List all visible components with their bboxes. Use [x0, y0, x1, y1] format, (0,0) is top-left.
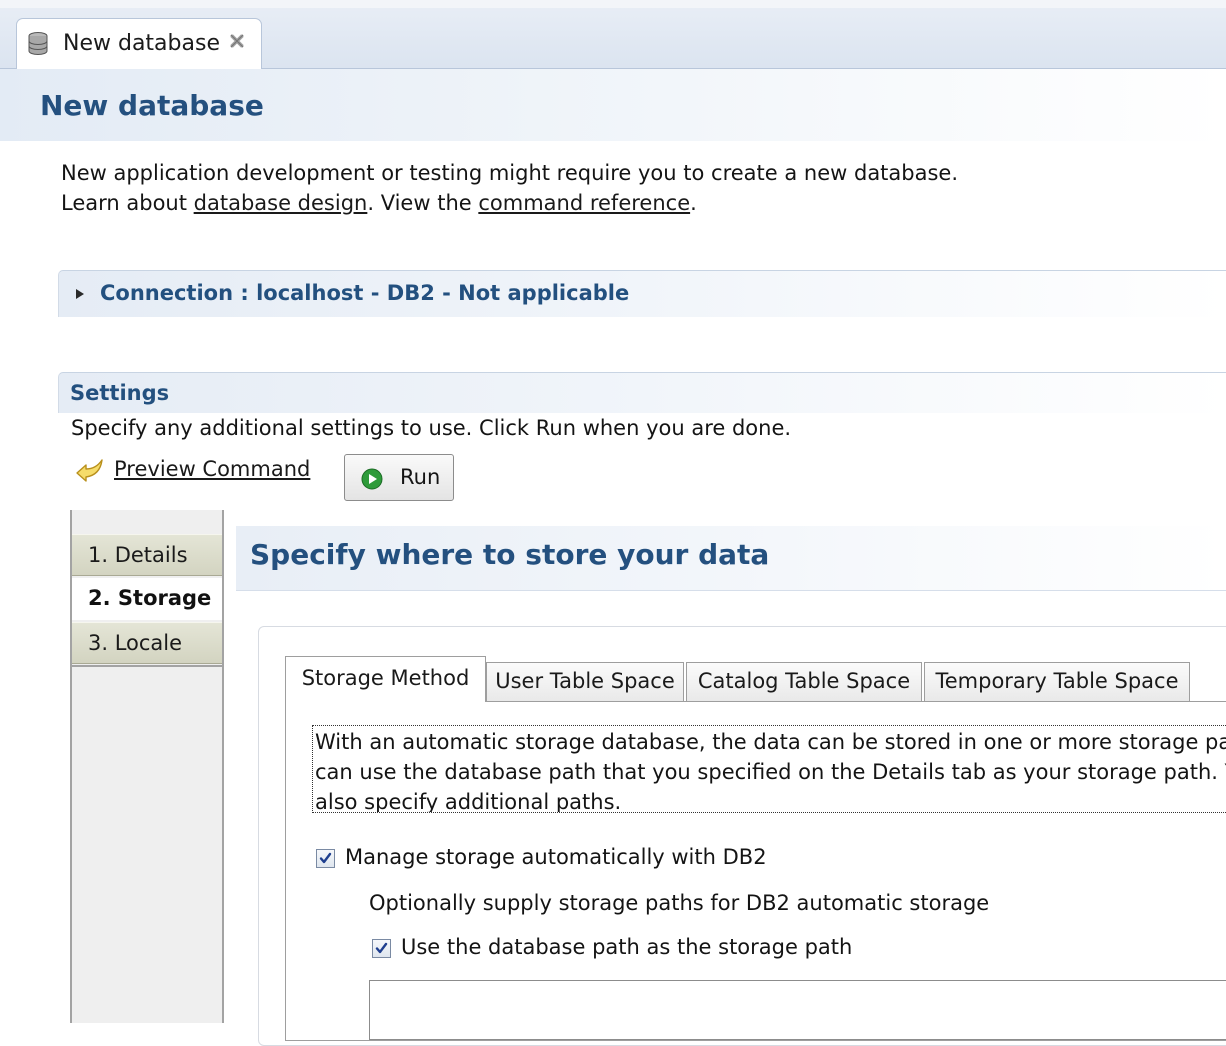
preview-arrow-icon[interactable] — [74, 456, 106, 484]
triangle-right-icon — [76, 289, 84, 299]
tab-catalog-table-space[interactable]: Catalog Table Space — [686, 662, 922, 701]
tab-temporary-table-space[interactable]: Temporary Table Space — [924, 662, 1190, 701]
tab-strip-top-band — [0, 0, 1226, 8]
run-label: Run — [400, 465, 441, 489]
checkmark-icon — [375, 942, 388, 954]
storage-paths-list[interactable] — [369, 980, 1226, 1040]
command-reference-link[interactable]: command reference — [478, 191, 690, 215]
content-header-divider — [236, 590, 1226, 591]
wizard-nav: 1. Details 2. Storage 3. Locale — [70, 510, 224, 1023]
close-icon[interactable] — [227, 31, 247, 51]
settings-section-header: Settings — [58, 372, 1226, 413]
intro-prefix: Learn about — [61, 191, 194, 215]
intro-middle: . View the — [367, 191, 479, 215]
tab-user-table-space[interactable]: User Table Space — [486, 662, 684, 701]
tab-storage-method[interactable]: Storage Method — [285, 656, 486, 702]
intro-line-1: New application development or testing m… — [61, 161, 959, 185]
run-icon — [361, 468, 383, 490]
description-line: can use the database path that you speci… — [315, 760, 1226, 784]
database-icon — [28, 32, 48, 55]
connection-section-header[interactable]: Connection : localhost - DB2 - Not appli… — [58, 270, 1226, 317]
settings-description: Specify any additional settings to use. … — [71, 416, 792, 440]
nav-item-storage[interactable]: 2. Storage — [72, 578, 222, 620]
manage-storage-label: Manage storage automatically with DB2 — [345, 845, 767, 869]
editor-tab-new-database[interactable]: New database — [16, 18, 262, 69]
preview-command-link[interactable]: Preview Command — [114, 457, 310, 481]
form-header: New database — [0, 69, 1226, 141]
nav-item-locale[interactable]: 3. Locale — [72, 622, 222, 664]
use-database-path-checkbox[interactable] — [372, 939, 391, 958]
settings-title: Settings — [70, 381, 170, 405]
page-title: New database — [40, 89, 264, 122]
editor-tab-strip: New database — [0, 0, 1226, 69]
nav-divider — [72, 665, 222, 667]
description-line: also specify additional paths. — [315, 790, 622, 813]
intro-suffix: . — [690, 191, 697, 215]
connection-label: Connection : localhost - DB2 - Not appli… — [100, 281, 630, 305]
checkmark-icon — [319, 852, 332, 864]
content-title: Specify where to store your data — [250, 538, 770, 571]
nav-item-details[interactable]: 1. Details — [72, 534, 222, 576]
database-design-link[interactable]: database design — [194, 191, 368, 215]
intro-line-2: Learn about database design. View the co… — [61, 191, 697, 215]
run-button[interactable]: Run — [344, 454, 454, 501]
description-line: With an automatic storage database, the … — [315, 730, 1226, 754]
editor-tab-label: New database — [63, 31, 220, 56]
optional-paths-label: Optionally supply storage paths for DB2 … — [369, 891, 990, 915]
use-database-path-label: Use the database path as the storage pat… — [401, 935, 853, 959]
content-header: Specify where to store your data — [236, 526, 1226, 590]
manage-storage-checkbox[interactable] — [316, 849, 335, 868]
storage-description: With an automatic storage database, the … — [312, 725, 1226, 813]
